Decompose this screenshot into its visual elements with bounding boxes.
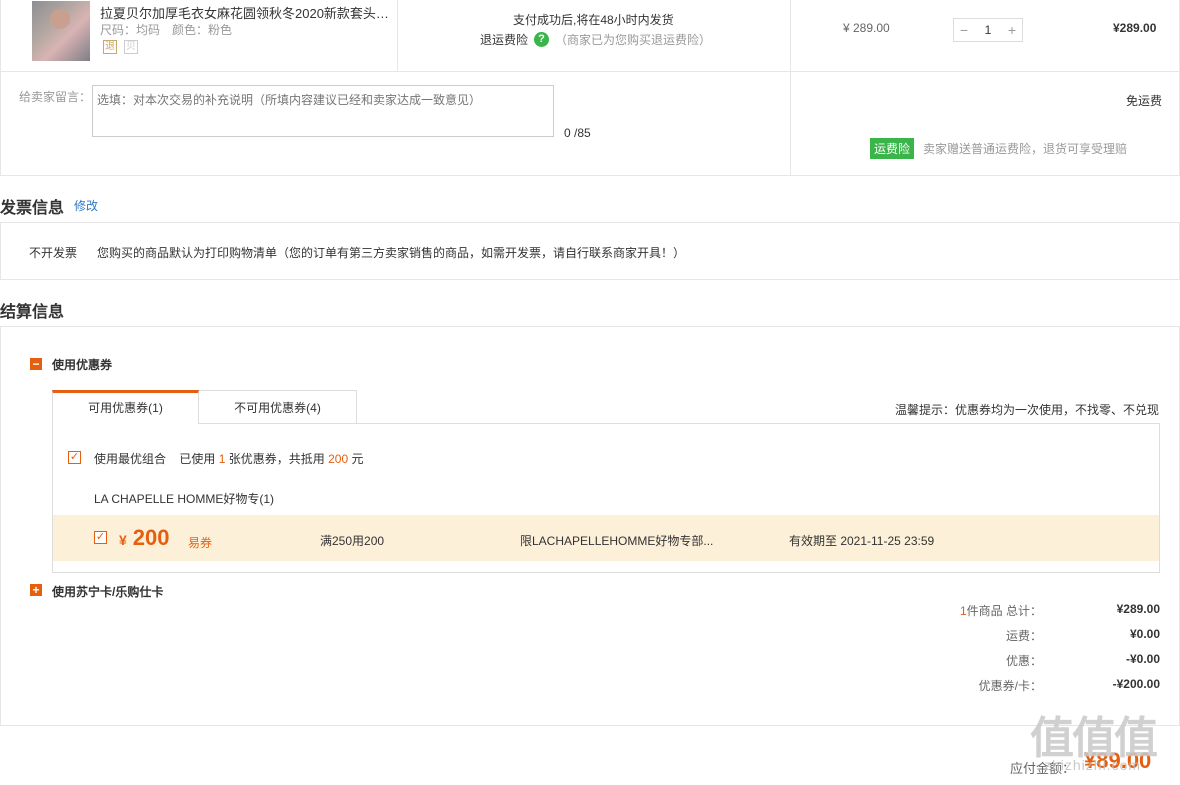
summary-coupon-label: 优惠券/卡： — [978, 679, 1042, 693]
quantity-stepper[interactable]: − 1 + — [953, 18, 1023, 42]
summary-freight-label: 运费： — [1005, 629, 1042, 643]
return-insurance: 退运费险 ? （商家已为您购买退运费险） — [480, 31, 711, 48]
insurance-note: （商家已为您购买退运费险） — [555, 33, 712, 47]
best-combo-label: 使用最优组合 — [94, 452, 167, 466]
coupon-scope: 限LACHAPELLEHOMME好物专部... — [520, 534, 714, 548]
plus-icon[interactable]: + — [1002, 22, 1022, 38]
expand-icon[interactable]: + — [30, 584, 42, 596]
use-card-label[interactable]: 使用苏宁卡/乐购仕卡 — [52, 583, 163, 600]
coupon-value: 200 — [132, 525, 170, 550]
invoice-type: 不开发票 — [29, 246, 78, 260]
product-size: 尺码：均码 — [100, 23, 161, 37]
summary-total-text: 件商品 总计： — [966, 604, 1042, 618]
used-suffix: 元 — [351, 452, 364, 466]
tab-available-coupons[interactable]: 可用优惠券(1) — [52, 390, 199, 424]
tab-unavailable-coupons[interactable]: 不可用优惠券(4) — [198, 390, 357, 424]
insurance-label: 退运费险 — [480, 33, 529, 47]
quantity-value[interactable]: 1 — [974, 23, 1002, 37]
summary-freight: ¥0.00 — [1129, 627, 1160, 641]
unit-price: ¥ 289.00 — [843, 21, 890, 35]
shipping-note: 支付成功后,将在48小时内发货 — [513, 13, 674, 27]
used-amount: 200 — [328, 452, 349, 466]
divider — [397, 0, 398, 72]
summary-discount: -¥0.00 — [1125, 652, 1160, 666]
coupon-type: 易券 — [188, 536, 213, 550]
invoice-title: 发票信息 — [0, 200, 65, 217]
product-name[interactable]: 拉夏贝尔加厚毛衣女麻花圆领秋冬2020新款套头慵... — [100, 3, 390, 22]
summary-total-label: 1件商品 总计： — [842, 602, 1042, 619]
product-image[interactable] — [32, 1, 90, 61]
best-combo-checkbox[interactable]: ✓ — [68, 451, 81, 464]
message-label: 给卖家留言： — [19, 90, 92, 104]
product-spec: 尺码：均码 颜色：粉色 — [100, 21, 244, 38]
used-prefix: 已使用 — [179, 452, 216, 466]
store-name: LA CHAPELLE HOMME好物专(1) — [94, 492, 275, 506]
best-combo-line: 使用最优组合 已使用 1 张优惠券，共抵用 200 元 — [94, 450, 364, 467]
coupon-amount: ¥200 — [119, 525, 170, 551]
product-color: 颜色：粉色 — [172, 23, 233, 37]
seller-message-input[interactable] — [92, 85, 554, 137]
invoice-edit-link[interactable]: 修改 — [74, 197, 98, 214]
coupon-tip: 温馨提示：优惠券均为一次使用，不找零、不兑现 — [895, 403, 1160, 417]
line-total: ¥289.00 — [1113, 21, 1157, 35]
coupon-rule: 满250用200 — [320, 534, 385, 548]
use-coupon-label[interactable]: 使用优惠券 — [52, 356, 112, 373]
collapse-icon[interactable]: − — [30, 358, 42, 370]
used-count: 1 — [218, 452, 226, 466]
summary-coupon: -¥200.00 — [1112, 677, 1160, 691]
help-icon[interactable]: ? — [534, 32, 550, 47]
used-mid: 张优惠券，共抵用 — [228, 452, 325, 466]
minus-icon[interactable]: − — [954, 22, 974, 38]
summary-discount-label: 优惠： — [1005, 654, 1042, 668]
return-tag-icon: 退 — [103, 40, 117, 54]
summary-total: ¥289.00 — [1116, 602, 1160, 616]
char-count: 0 /85 — [564, 126, 591, 140]
invoice-desc: 您购买的商品默认为打印购物清单（您的订单有第三方卖家销售的商品，如需开发票，请自… — [97, 246, 686, 260]
service-tag-icon: 贝 — [124, 40, 138, 54]
freight-insurance-desc: 卖家赠送普通运费险，退货可享受理赔 — [923, 142, 1128, 156]
summary-count: 1 — [959, 604, 967, 618]
coupon-currency: ¥ — [119, 532, 127, 548]
freight-insurance-badge: 运费险 — [870, 138, 915, 159]
settlement-title: 结算信息 — [0, 304, 65, 321]
free-shipping: 免运费 — [1126, 94, 1163, 108]
watermark-text: zhizhizhi.com — [1044, 757, 1142, 773]
coupon-checkbox[interactable]: ✓ — [94, 531, 107, 544]
coupon-validity: 有效期至 2021-11-25 23:59 — [789, 534, 935, 548]
